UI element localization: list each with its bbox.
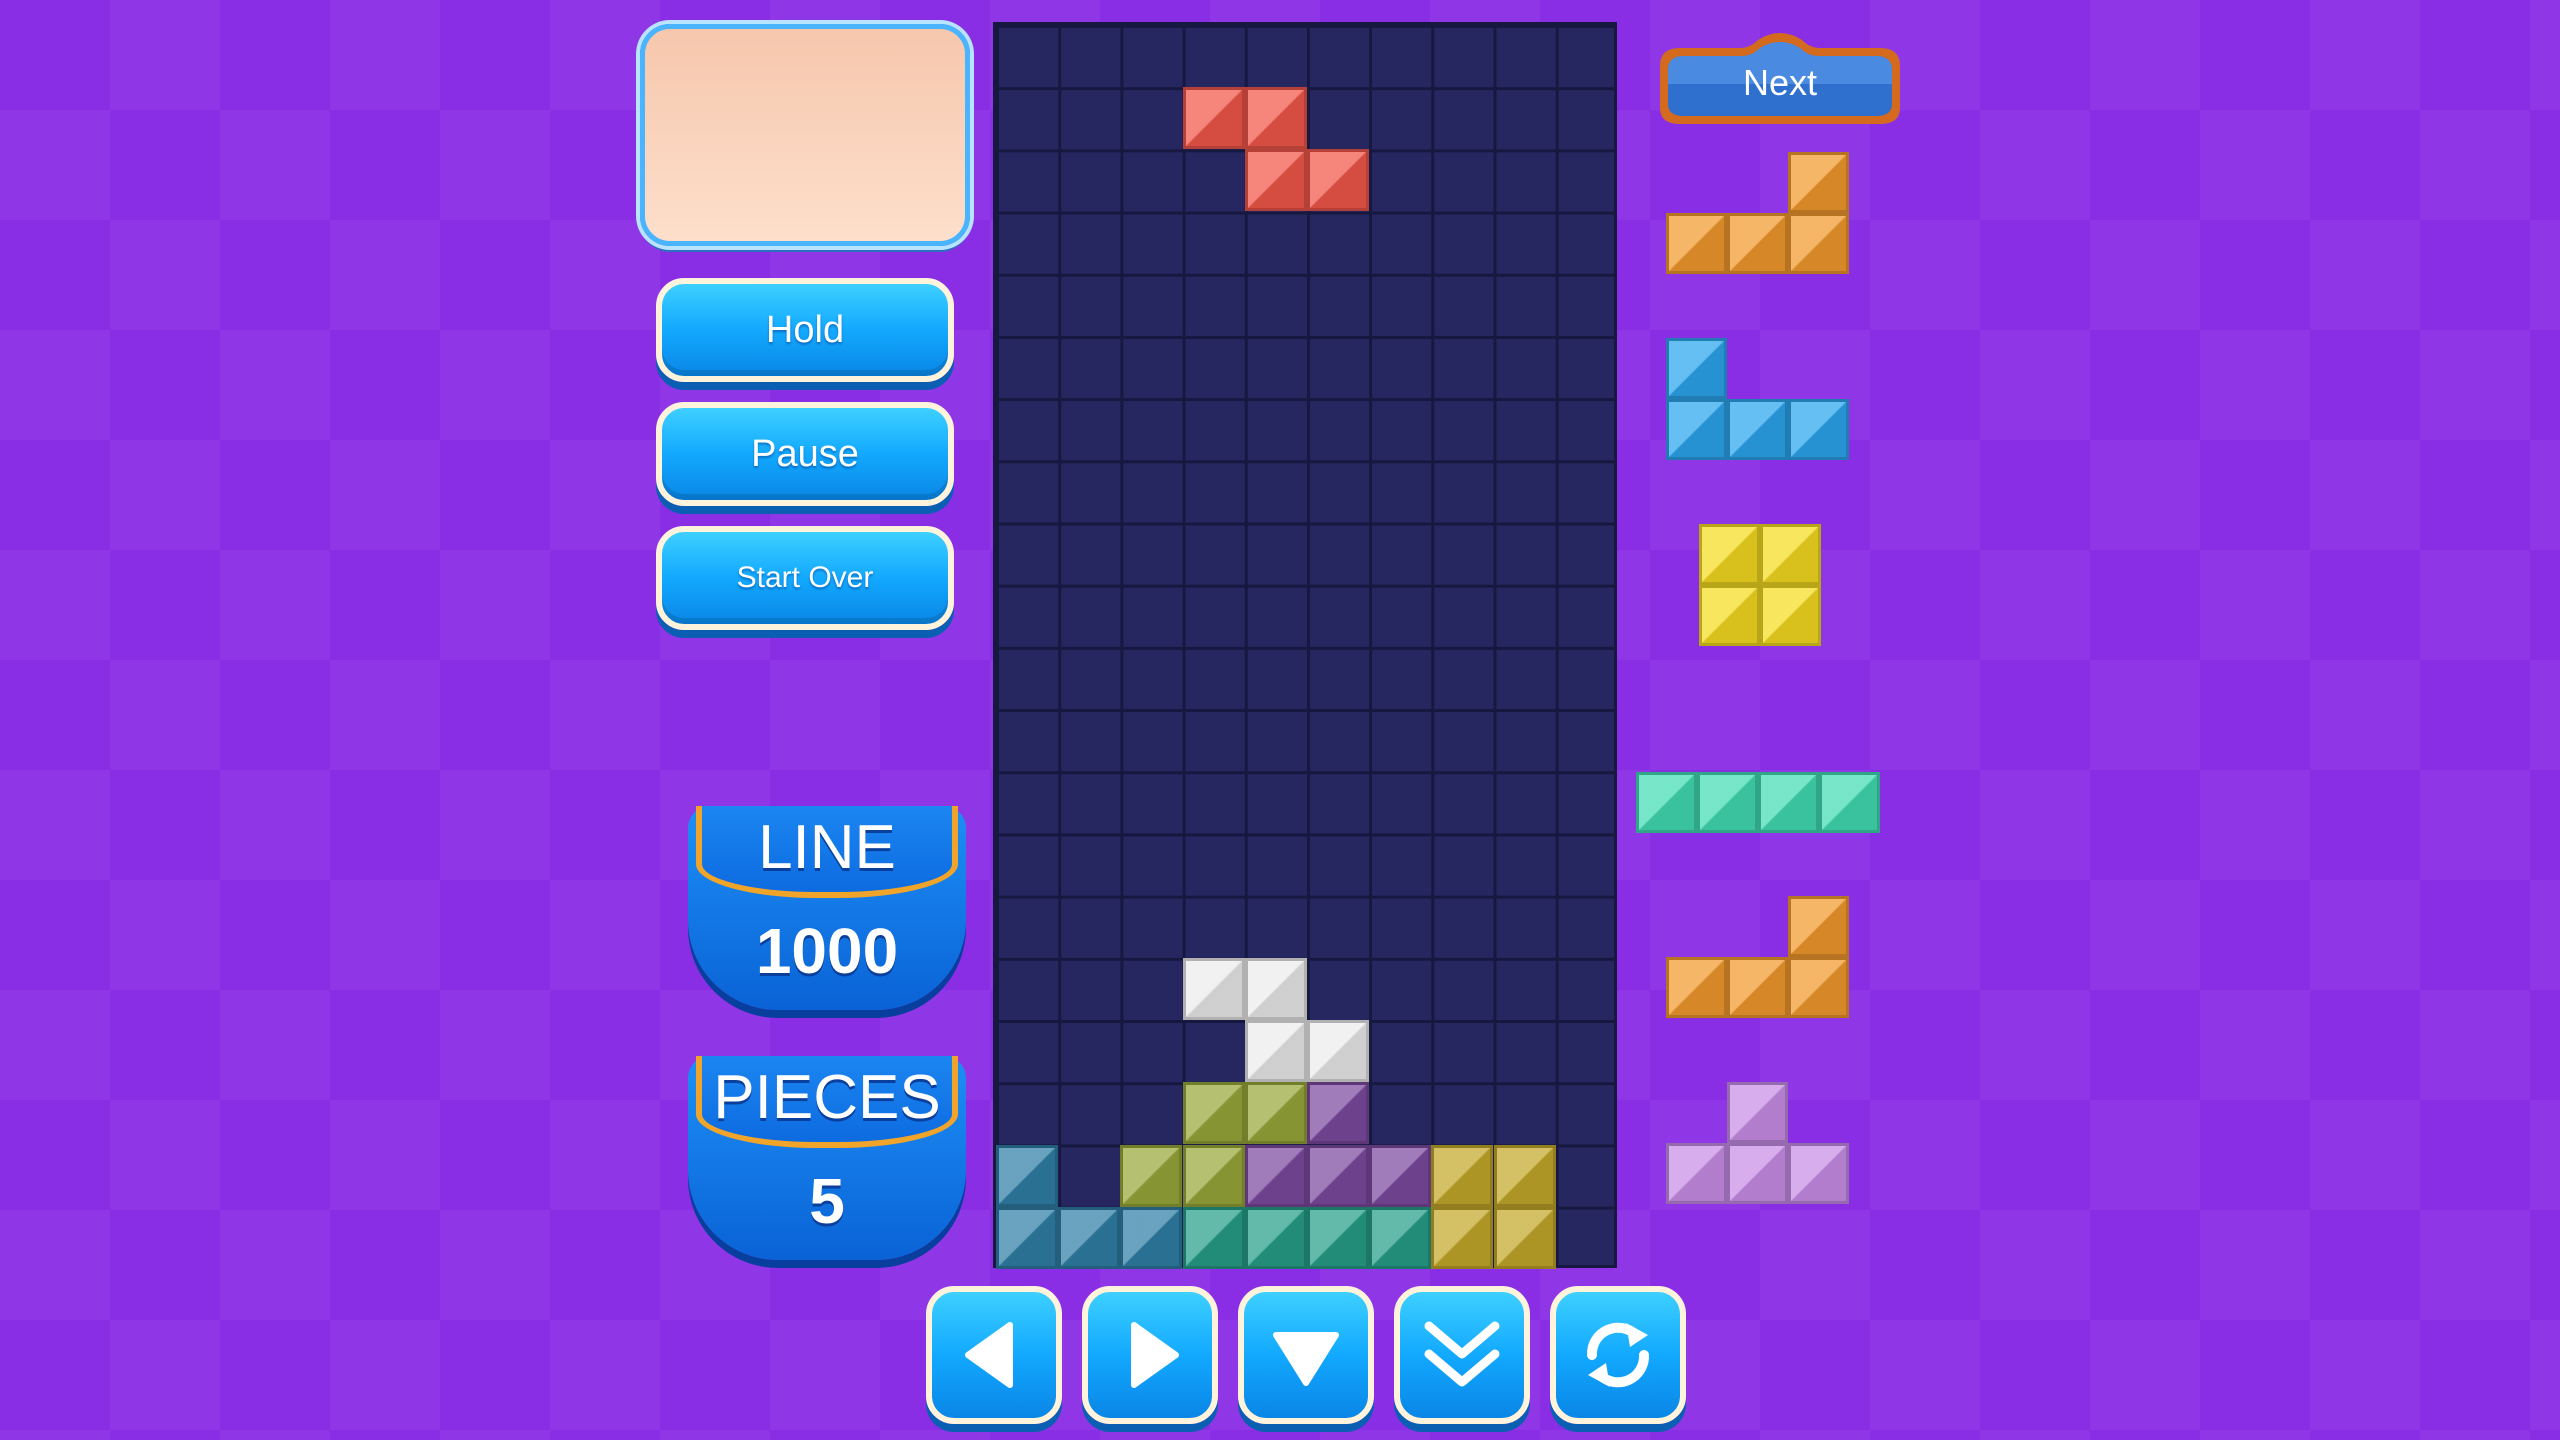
soft-drop-button[interactable] — [1238, 1286, 1374, 1424]
next-piece-block — [1666, 338, 1727, 399]
pieces-counter-value: 5 — [809, 1165, 845, 1237]
rotate-button[interactable] — [1550, 1286, 1686, 1424]
locked-block — [1244, 1206, 1307, 1269]
hard-drop-button[interactable] — [1394, 1286, 1530, 1424]
pause-button[interactable]: Pause — [656, 402, 954, 506]
locked-block — [996, 1144, 1058, 1207]
next-piece-block — [1666, 213, 1727, 274]
rotate-icon — [1586, 1322, 1650, 1388]
locked-block — [1182, 1144, 1245, 1207]
locked-block — [1493, 1144, 1556, 1207]
active-piece-block — [1244, 149, 1307, 212]
active-piece-block — [1244, 87, 1307, 150]
next-piece-block — [1819, 772, 1880, 833]
locked-block — [1431, 1206, 1494, 1269]
next-piece-block — [1666, 957, 1727, 1018]
next-piece-block — [1727, 1082, 1788, 1143]
start-over-button[interactable]: Start Over — [656, 526, 954, 630]
next-piece-block — [1760, 585, 1821, 646]
locked-block — [1307, 1144, 1369, 1207]
double-chevron-down-icon — [1424, 1321, 1500, 1387]
locked-block — [1182, 958, 1245, 1020]
move-left-button[interactable] — [926, 1286, 1062, 1424]
line-counter-title: LINE — [758, 813, 896, 882]
locked-block — [1244, 1144, 1307, 1207]
next-piece-block — [1788, 399, 1849, 460]
next-piece-block — [1727, 213, 1788, 274]
next-piece-block — [1788, 896, 1849, 957]
next-piece-block — [1758, 772, 1819, 833]
locked-block — [1244, 958, 1307, 1020]
pause-button-label: Pause — [751, 432, 859, 475]
next-piece-block — [1666, 1143, 1727, 1204]
next-piece-block — [1788, 957, 1849, 1018]
locked-block — [1431, 1144, 1494, 1207]
locked-block — [1058, 1206, 1121, 1269]
next-piece-block — [1699, 585, 1760, 646]
locked-block — [1493, 1206, 1556, 1269]
next-piece-block — [1788, 1143, 1849, 1204]
locked-block — [1182, 1082, 1245, 1145]
next-piece-block — [1788, 152, 1849, 213]
left-arrow-icon — [965, 1322, 1013, 1388]
next-piece-block — [1788, 213, 1849, 274]
next-piece-block — [1699, 524, 1760, 585]
locked-block — [1369, 1206, 1432, 1269]
locked-block — [1369, 1144, 1432, 1207]
pieces-counter-title: PIECES — [713, 1063, 941, 1132]
locked-block — [1120, 1206, 1183, 1269]
hold-button[interactable]: Hold — [656, 278, 954, 382]
next-piece-block — [1666, 399, 1727, 460]
locked-block — [1244, 1082, 1307, 1145]
next-piece-block — [1697, 772, 1758, 833]
next-piece-block — [1727, 1143, 1788, 1204]
line-counter: LINE 1000 — [688, 806, 966, 1010]
next-piece-block — [1760, 524, 1821, 585]
locked-block — [1307, 1020, 1369, 1083]
active-piece-block — [1182, 87, 1245, 150]
next-piece-block — [1636, 772, 1697, 833]
move-right-button[interactable] — [1082, 1286, 1218, 1424]
game-board — [993, 22, 1617, 1269]
next-piece-block — [1727, 399, 1788, 460]
line-counter-value: 1000 — [755, 915, 899, 987]
hold-button-label: Hold — [765, 308, 845, 351]
next-plaque: Next — [1640, 26, 1920, 126]
next-label: Next — [1742, 62, 1818, 103]
locked-block — [1307, 1206, 1369, 1269]
right-arrow-icon — [1131, 1322, 1179, 1388]
pieces-counter: PIECES 5 — [688, 1056, 966, 1260]
locked-block — [1307, 1082, 1369, 1145]
active-piece-block — [1307, 149, 1369, 212]
locked-block — [1244, 1020, 1307, 1083]
locked-block — [1182, 1206, 1245, 1269]
locked-block — [1120, 1144, 1183, 1207]
hold-piece-box — [640, 24, 970, 246]
locked-block — [996, 1206, 1058, 1269]
start-over-button-label: Start Over — [736, 561, 874, 594]
next-piece-block — [1727, 957, 1788, 1018]
down-triangle-icon — [1273, 1332, 1339, 1386]
